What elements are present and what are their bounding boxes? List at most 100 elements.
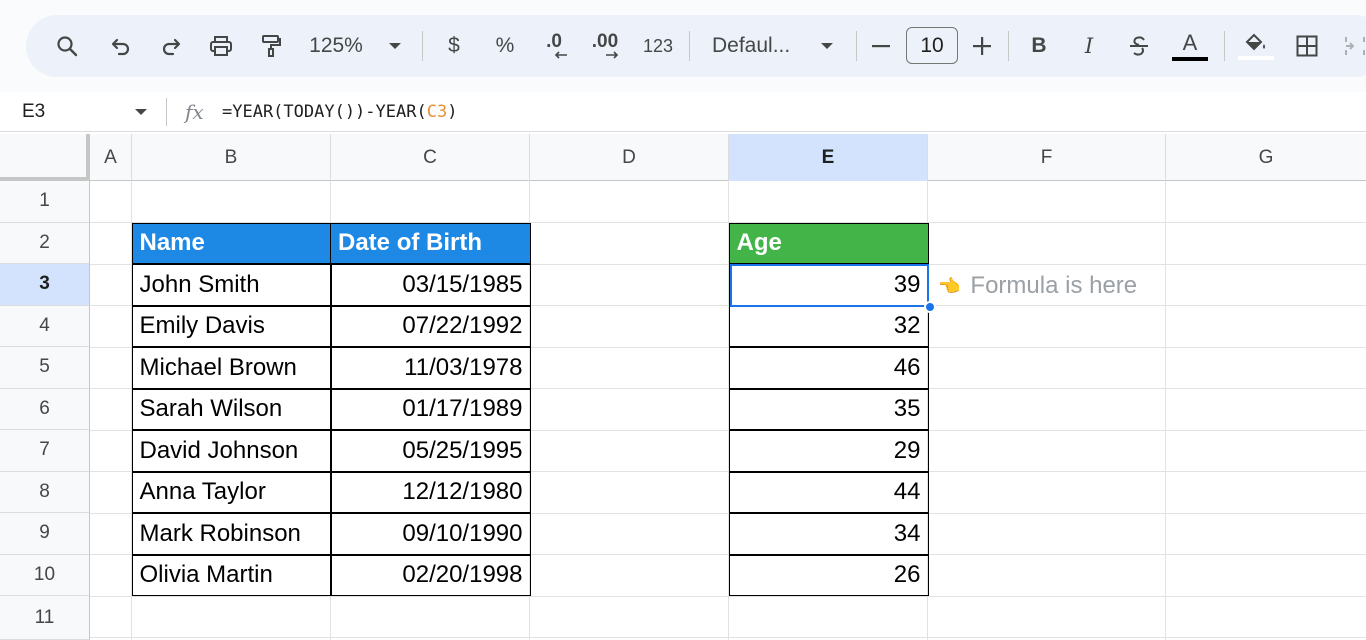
cell-c3[interactable]: 03/15/1985 — [330, 264, 531, 306]
row-header-11[interactable]: 11 — [0, 596, 90, 640]
cell-c5[interactable]: 11/03/1978 — [330, 347, 531, 389]
column-header-row: A B C D E F G — [0, 134, 1366, 181]
cell-e9[interactable]: 34 — [728, 513, 929, 555]
merge-cells-icon[interactable] — [1344, 15, 1366, 77]
name-box[interactable]: E3 — [22, 92, 45, 132]
increase-decimal-button[interactable]: .00 — [588, 15, 622, 77]
minus-icon[interactable] — [870, 15, 892, 77]
font-family-select[interactable]: Defaul... — [712, 15, 800, 77]
increase-decimal-label: .00 — [591, 31, 619, 52]
row-header-2[interactable]: 2 — [0, 222, 90, 264]
plus-icon[interactable] — [971, 15, 993, 77]
borders-icon[interactable] — [1294, 15, 1320, 77]
strikethrough-icon[interactable] — [1126, 15, 1152, 77]
chevron-down-icon[interactable] — [134, 92, 148, 132]
formula-prefix: =YEAR(TODAY())-YEAR( — [222, 102, 427, 122]
row-header-5[interactable]: 5 — [0, 347, 90, 389]
cell-b5[interactable]: Michael Brown — [131, 347, 332, 389]
fill-color-swatch — [1238, 56, 1274, 60]
cell-c10[interactable]: 02/20/1998 — [330, 554, 531, 596]
font-size-input[interactable]: 10 — [906, 27, 958, 64]
row-header-10[interactable]: 10 — [0, 554, 90, 596]
spreadsheet-grid[interactable]: A B C D E F G 1 2 3 4 5 6 7 8 9 10 11 Na… — [0, 134, 1366, 640]
paint-format-icon[interactable] — [256, 15, 286, 77]
formula-note-text: Formula is here — [970, 272, 1138, 299]
text-color-swatch — [1172, 56, 1208, 61]
column-header-g[interactable]: G — [1166, 134, 1366, 181]
search-icon[interactable] — [52, 15, 82, 77]
toolbar-divider — [689, 31, 690, 61]
cell-e2[interactable]: Age — [728, 222, 929, 264]
gridline — [1165, 181, 1166, 640]
cell-e7[interactable]: 29 — [728, 430, 929, 472]
formula-bar-divider — [166, 98, 167, 126]
toolbar-divider — [1224, 31, 1225, 61]
chevron-down-icon[interactable] — [816, 15, 838, 77]
column-header-b[interactable]: B — [132, 134, 331, 181]
formula-note: 👈 Formula is here — [938, 265, 1137, 307]
decrease-decimal-label: .0 — [546, 31, 562, 52]
row-header-9[interactable]: 9 — [0, 513, 90, 555]
toolbar: 125% $ % .0 .00 123 Defaul... 10 B I A — [26, 15, 1366, 77]
cell-b8[interactable]: Anna Taylor — [131, 471, 332, 513]
column-header-e[interactable]: E — [729, 134, 928, 181]
undo-icon[interactable] — [106, 15, 136, 77]
italic-button[interactable]: I — [1078, 15, 1100, 77]
cell-b7[interactable]: David Johnson — [131, 430, 332, 472]
cell-c9[interactable]: 09/10/1990 — [330, 513, 531, 555]
cell-e10[interactable]: 26 — [728, 554, 929, 596]
number-format-button[interactable]: 123 — [638, 15, 678, 77]
formula-input[interactable]: =YEAR(TODAY())-YEAR(C3) — [222, 92, 457, 132]
toolbar-divider — [856, 31, 857, 61]
arrow-left-icon — [554, 51, 567, 59]
percent-button[interactable]: % — [491, 15, 519, 77]
row-header-1[interactable]: 1 — [0, 181, 90, 223]
cell-c7[interactable]: 05/25/1995 — [330, 430, 531, 472]
fx-icon: fx — [185, 100, 204, 124]
cell-e6[interactable]: 35 — [728, 388, 929, 430]
row-header-3[interactable]: 3 — [0, 264, 90, 306]
cell-b2[interactable]: Name — [131, 222, 332, 264]
cell-c6[interactable]: 01/17/1989 — [330, 388, 531, 430]
fill-handle[interactable] — [924, 301, 936, 313]
zoom-value[interactable]: 125% — [306, 15, 366, 77]
decrease-decimal-button[interactable]: .0 — [538, 15, 570, 77]
cell-c4[interactable]: 07/22/1992 — [330, 305, 531, 347]
column-header-a[interactable]: A — [90, 134, 132, 181]
cell-e3[interactable]: 39 — [728, 264, 929, 306]
arrow-right-icon — [606, 51, 619, 59]
cell-c2[interactable]: Date of Birth — [330, 222, 531, 264]
row-header-7[interactable]: 7 — [0, 430, 90, 472]
formula-bar: E3 fx =YEAR(TODAY())-YEAR(C3) — [0, 92, 1366, 132]
formula-cell-ref: C3 — [426, 102, 448, 122]
fill-color-icon[interactable] — [1238, 15, 1274, 77]
redo-icon[interactable] — [156, 15, 186, 77]
column-header-c[interactable]: C — [331, 134, 530, 181]
cell-e5[interactable]: 46 — [728, 347, 929, 389]
currency-button[interactable]: $ — [442, 15, 466, 77]
formula-suffix: ) — [447, 102, 458, 122]
cell-b3[interactable]: John Smith — [131, 264, 332, 306]
chevron-down-icon[interactable] — [384, 15, 406, 77]
toolbar-divider — [1008, 31, 1009, 61]
column-header-d[interactable]: D — [530, 134, 729, 181]
row-header-4[interactable]: 4 — [0, 305, 90, 347]
cell-e8[interactable]: 44 — [728, 471, 929, 513]
row-header-6[interactable]: 6 — [0, 388, 90, 430]
pointing-hand-icon: 👈 — [938, 275, 961, 296]
cell-b10[interactable]: Olivia Martin — [131, 554, 332, 596]
cell-b4[interactable]: Emily Davis — [131, 305, 332, 347]
bold-button[interactable]: B — [1028, 15, 1050, 77]
text-color-button[interactable]: A — [1172, 15, 1208, 77]
cell-c8[interactable]: 12/12/1980 — [330, 471, 531, 513]
cell-e4[interactable]: 32 — [728, 305, 929, 347]
print-icon[interactable] — [206, 15, 236, 77]
cell-b9[interactable]: Mark Robinson — [131, 513, 332, 555]
row-header-8[interactable]: 8 — [0, 471, 90, 513]
column-header-f[interactable]: F — [928, 134, 1166, 181]
select-all-corner[interactable] — [0, 134, 90, 181]
cell-b6[interactable]: Sarah Wilson — [131, 388, 332, 430]
text-color-label: A — [1182, 29, 1198, 55]
toolbar-divider — [422, 31, 423, 61]
toolbar-area: 125% $ % .0 .00 123 Defaul... 10 B I A — [0, 0, 1366, 92]
